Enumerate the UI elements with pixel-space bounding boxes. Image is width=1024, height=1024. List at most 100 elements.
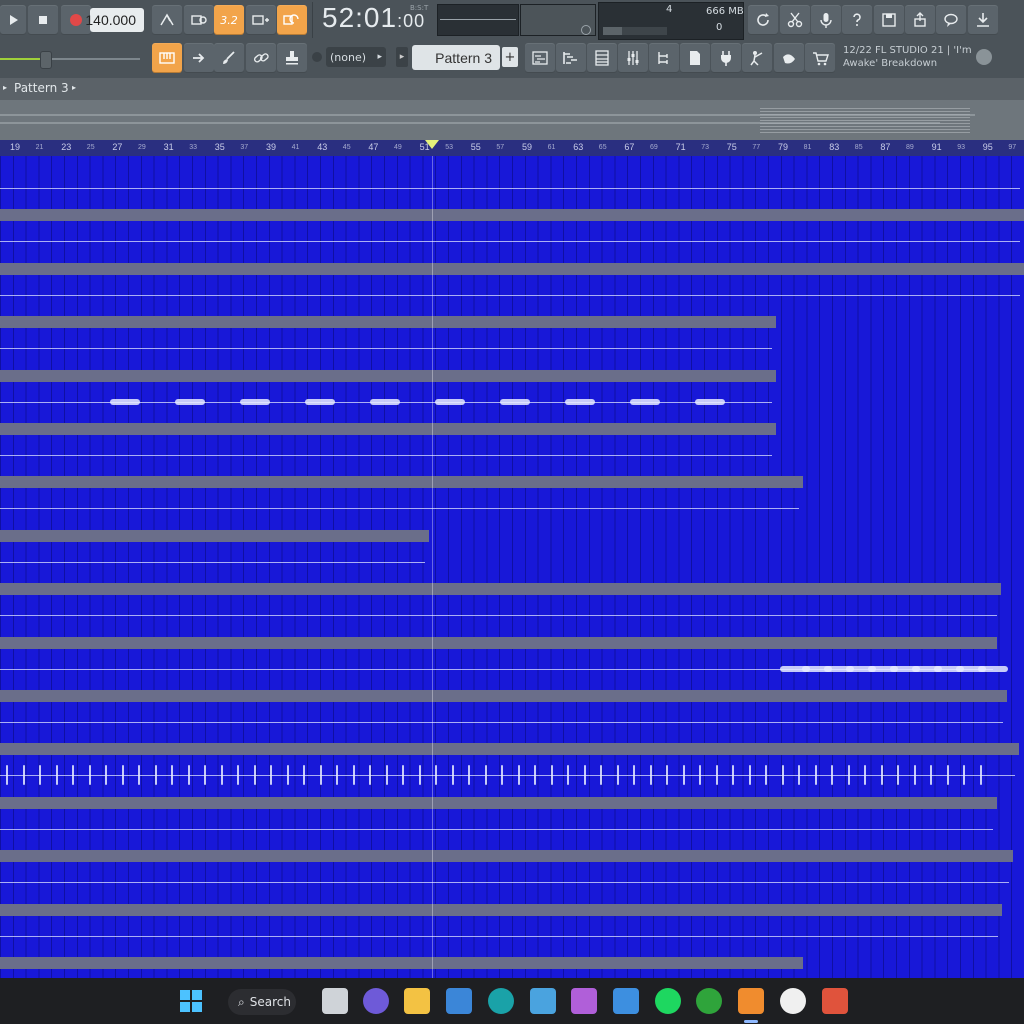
- playlist-track[interactable]: [0, 262, 1024, 316]
- waveform-peak: [154, 765, 157, 786]
- waveform-peak: [237, 765, 239, 786]
- playlist-track[interactable]: [0, 903, 1024, 957]
- playlist-track[interactable]: [0, 529, 1024, 583]
- windows-start-icon[interactable]: [178, 988, 204, 1014]
- pitch-knob[interactable]: [581, 25, 591, 35]
- audio-clip-header[interactable]: [0, 476, 803, 489]
- store-icon[interactable]: [446, 988, 472, 1014]
- edge-icon[interactable]: [488, 988, 514, 1014]
- notepad-icon[interactable]: [530, 988, 556, 1014]
- news-button[interactable]: [774, 43, 804, 73]
- browser-button[interactable]: [680, 43, 710, 73]
- play-button[interactable]: [0, 5, 26, 35]
- file-explorer-icon[interactable]: [404, 988, 430, 1014]
- playlist-track[interactable]: [0, 476, 1024, 529]
- audio-clip-header[interactable]: [0, 209, 1024, 222]
- task-view-icon[interactable]: [322, 988, 348, 1014]
- snap-select[interactable]: (none) ▸: [326, 47, 386, 67]
- teams-chat-icon[interactable]: [363, 988, 389, 1014]
- arrow-tool-button[interactable]: [184, 43, 214, 73]
- piano-roll-button[interactable]: [556, 43, 586, 73]
- audio-clip-header[interactable]: [0, 690, 1007, 702]
- undo-history-button[interactable]: [748, 5, 778, 35]
- waveform: [0, 508, 799, 510]
- playlist-track[interactable]: [0, 369, 1024, 423]
- audio-clip-header[interactable]: [0, 850, 1013, 863]
- audio-clip-header[interactable]: [0, 796, 997, 809]
- chevron-right-icon[interactable]: ▸: [3, 83, 7, 92]
- waveform-peak: [336, 765, 338, 786]
- mixer-button[interactable]: [618, 43, 648, 73]
- playlist-button[interactable]: [525, 43, 555, 73]
- stop-button[interactable]: [28, 5, 58, 35]
- playlist-track[interactable]: [0, 796, 1024, 850]
- master-pitch-handle[interactable]: [40, 51, 52, 69]
- step-edit-button[interactable]: [246, 5, 276, 35]
- pattern-selector[interactable]: Pattern 3: [412, 45, 500, 70]
- playlist-track[interactable]: [0, 156, 1024, 209]
- link-button[interactable]: [246, 43, 276, 73]
- playlist-tracks[interactable]: [0, 156, 1024, 978]
- audio-clip-header[interactable]: [0, 583, 1001, 596]
- playlist-overview[interactable]: [0, 100, 1024, 140]
- audio-clip-header[interactable]: [0, 743, 1019, 756]
- audio-clip-header[interactable]: [0, 369, 776, 382]
- timeline-ruler[interactable]: 19 21 23 25 27 29 31 33 35 37 39 41 43 45 47 49 51 53 55 57…: [0, 140, 1024, 156]
- cut-button[interactable]: [780, 5, 810, 35]
- pattern-prev-button[interactable]: ▸: [396, 47, 408, 67]
- audio-clip-header[interactable]: [0, 903, 1002, 916]
- master-volume-panel[interactable]: [520, 4, 596, 36]
- loop-record-button[interactable]: [277, 5, 307, 35]
- waveform-peak: [175, 398, 205, 405]
- add-pattern-button[interactable]: +: [502, 47, 518, 67]
- playlist-track[interactable]: [0, 850, 1024, 903]
- master-pitch-track[interactable]: [0, 51, 140, 69]
- playlist-pattern-title[interactable]: Pattern 3: [14, 81, 69, 95]
- shop-button[interactable]: [805, 43, 835, 73]
- chat-button[interactable]: [936, 5, 966, 35]
- playlist-track[interactable]: [0, 957, 1024, 978]
- stamp-button[interactable]: [277, 43, 307, 73]
- playlist-track[interactable]: [0, 690, 1024, 743]
- tempo-display[interactable]: 140.000: [85, 8, 144, 32]
- download-button[interactable]: [968, 5, 998, 35]
- app-icon[interactable]: [571, 988, 597, 1014]
- export-button[interactable]: [905, 5, 935, 35]
- globe-icon[interactable]: [976, 49, 992, 65]
- audio-clip-header[interactable]: [0, 636, 997, 649]
- audio-clip-header[interactable]: [0, 529, 429, 542]
- audio-clip-header[interactable]: [0, 423, 776, 435]
- playlist-track[interactable]: [0, 636, 1024, 690]
- playlist-track[interactable]: [0, 316, 1024, 369]
- save-button[interactable]: [874, 5, 904, 35]
- plugin-button[interactable]: [711, 43, 741, 73]
- metronome-button[interactable]: [152, 5, 182, 35]
- tutorial-button[interactable]: [742, 43, 772, 73]
- xbox-icon[interactable]: [696, 988, 722, 1014]
- mail-icon[interactable]: [613, 988, 639, 1014]
- audio-clip-header[interactable]: [0, 316, 776, 329]
- playhead-marker[interactable]: [425, 140, 439, 149]
- waveform-peak: [567, 765, 569, 786]
- audio-clip-header[interactable]: [0, 957, 803, 969]
- playlist-track[interactable]: [0, 743, 1024, 796]
- playlist-track[interactable]: [0, 423, 1024, 476]
- help-button[interactable]: [842, 5, 872, 35]
- countdown-button[interactable]: 3.2: [214, 5, 244, 35]
- audio-input-button[interactable]: [811, 5, 841, 35]
- fl-studio-icon[interactable]: [738, 988, 764, 1014]
- channel-rack-button[interactable]: [587, 43, 617, 73]
- waveform: [0, 935, 998, 937]
- patcher-button[interactable]: [649, 43, 679, 73]
- taskbar-search[interactable]: ⌕ Search: [228, 989, 296, 1015]
- wait-input-button[interactable]: [184, 5, 214, 35]
- spotify-icon[interactable]: [655, 988, 681, 1014]
- chevron-right-icon[interactable]: ▸: [72, 83, 76, 92]
- playlist-track[interactable]: [0, 209, 1024, 262]
- playlist-track[interactable]: [0, 583, 1024, 636]
- app-icon[interactable]: [780, 988, 806, 1014]
- app-icon[interactable]: [822, 988, 848, 1014]
- audio-clip-header[interactable]: [0, 262, 1024, 275]
- paint-tool-button[interactable]: [214, 43, 244, 73]
- piano-roll-snap-button[interactable]: [152, 43, 182, 73]
